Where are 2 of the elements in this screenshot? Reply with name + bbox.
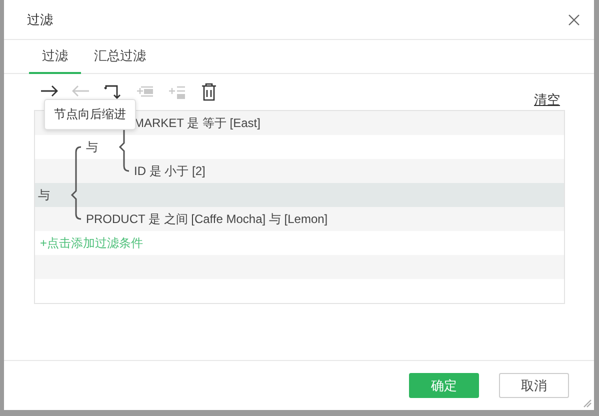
dialog-title: 过滤 <box>27 10 53 28</box>
tooltip: 节点向后缩进 <box>44 99 136 130</box>
